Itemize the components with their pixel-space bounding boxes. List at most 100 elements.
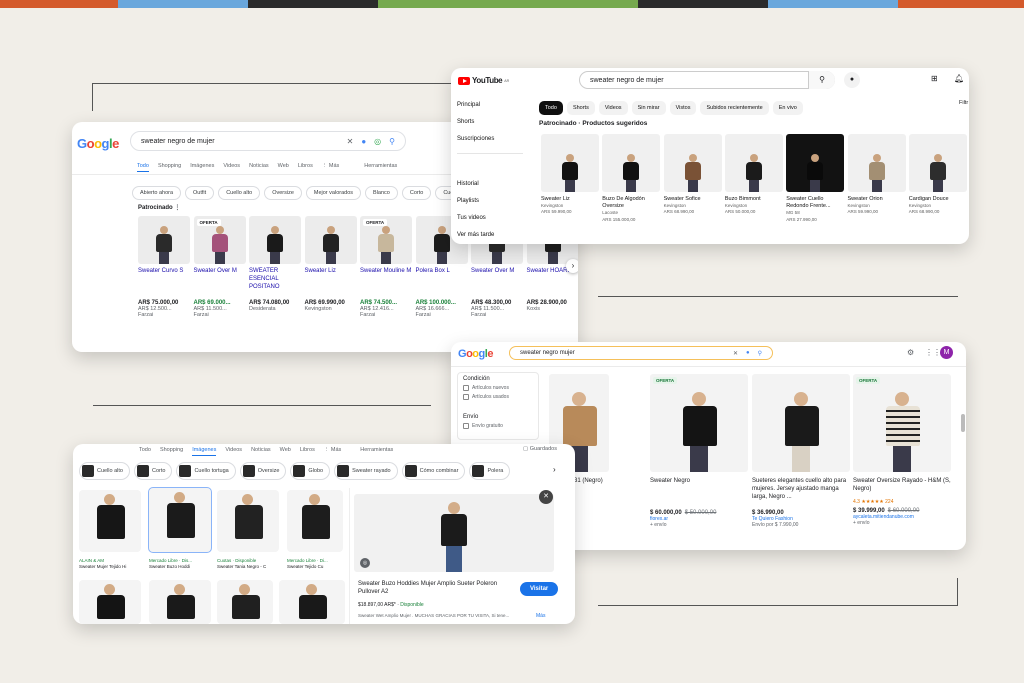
product-card[interactable]: Sueteres elegantes cuello alto para muje… [752,374,850,528]
tab-todo[interactable]: Todo [139,447,151,456]
product-image[interactable] [663,134,722,192]
product-card[interactable]: OFERTA Sweater Mouline M AR$ 74.500... AR$ … [360,216,412,318]
product-card[interactable]: Sweater Liz Kevingston ARS 59.990,00 [541,134,599,216]
image-result[interactable] [149,580,211,624]
tab-news[interactable]: Noticias [249,163,269,172]
product-name[interactable]: SWEATER ESENCIAL POSITANO [249,268,301,298]
chip[interactable]: Polera [469,462,511,480]
chip[interactable]: Oversize [239,462,287,480]
mic-icon[interactable]: ● [361,137,366,146]
product-name[interactable]: Sweater Liz [305,268,357,298]
product-name[interactable]: Polera Box L [416,268,468,298]
visit-button[interactable]: Visitar [520,582,559,596]
apps-icon[interactable]: ⋮⋮ [925,348,941,357]
product-name[interactable]: Buzo De Algodón Oversize [602,196,660,210]
filter-used[interactable]: Artículos usados [463,394,533,400]
image-caption[interactable]: ALAIN & AM Sweater Mujer Tejido Hi [79,558,143,571]
tab-books[interactable]: Libros [300,447,315,456]
product-name[interactable]: Sweater Cuello Redondo Frente... [786,196,844,210]
bell-icon[interactable]: 🔔︎ [954,74,964,83]
create-icon[interactable]: ⊞ [931,74,938,83]
product-image[interactable]: OFERTA [853,374,951,472]
product-image[interactable] [847,134,906,192]
chip[interactable]: Cuello tortuga [176,462,236,480]
close-icon[interactable]: ✕ [347,137,354,146]
chip[interactable]: Cuello alto [79,462,130,480]
product-card[interactable]: Sweater Orion Kevingston ARS 59.990,00 [847,134,906,216]
preview-title[interactable]: Sweater Buzo Hoddies Mujer Amplio Sueter… [358,580,508,597]
lens-icon[interactable]: ◎ [374,137,381,146]
product-name[interactable]: Cardigan Douce [909,196,967,203]
product-image[interactable] [304,216,357,264]
tab-news[interactable]: Noticias [251,447,271,456]
tab-tools[interactable]: Herramientas [364,163,397,172]
product-name[interactable]: Sweater Mouline M [360,268,412,298]
filter-free-ship[interactable]: Envío gratuito [463,423,533,429]
product-name[interactable]: Sueteres elegantes cuello alto para muje… [752,477,850,507]
chip-todo[interactable]: Todo [539,101,563,115]
chip[interactable]: Vistos [669,101,697,115]
image-result[interactable] [79,490,141,552]
chip[interactable]: Cuello alto [218,186,261,200]
avatar[interactable]: M [940,346,953,359]
image-result[interactable] [217,580,273,624]
chip[interactable]: Outfit [185,186,215,200]
product-image[interactable] [138,216,190,264]
mic-icon[interactable]: ● [844,72,860,88]
image-caption[interactable]: Cuotas · Disponible Sweater Tania Negro -… [217,558,281,571]
chip[interactable]: Oversize [264,186,302,200]
search-icon[interactable]: ⚲ [758,350,762,357]
chip[interactable]: Shorts [566,101,595,115]
image-result[interactable] [79,580,141,624]
tab-more[interactable]: ⋮ Más [322,163,339,172]
product-name[interactable]: Sweater Orion [848,196,906,203]
close-icon[interactable]: ✕ [539,490,553,504]
chip[interactable]: Corto [401,186,432,200]
search-button[interactable]: ⚲ [808,71,835,89]
image-caption[interactable]: Mercado Libre · Dis... Sweater Buzo Hoddi [149,558,213,571]
tab-more[interactable]: ⋮ Más [324,447,341,456]
chip[interactable]: Cómo combinar [401,462,466,480]
product-card[interactable]: Buzo Bimmont Kevingston ARS 50.000,00 [724,134,783,216]
product-image[interactable]: OFERTA [193,216,246,264]
scrollbar[interactable] [961,414,965,432]
product-image[interactable] [249,216,301,264]
image-caption[interactable]: Mercado Libre · Di... Sweater Tejido Cu [287,558,351,571]
image-result[interactable] [287,490,343,552]
product-image[interactable] [786,134,845,192]
image-result[interactable] [148,487,212,553]
product-card[interactable]: Sweater Sofice Kevingston ARS 68.990,00 [663,134,722,216]
sidebar-item-shorts[interactable]: Shorts [457,119,474,125]
product-card[interactable]: Cardigan Douce Kevingston ARS 68.990,00 [908,134,967,216]
tab-images[interactable]: Imágenes [190,163,214,172]
product-card[interactable]: OFERTA Sweater Over M AR$ 69.000... AR$ 11.… [193,216,246,318]
chip[interactable]: Sin mirar [631,101,666,115]
tab-web[interactable]: Web [278,163,289,172]
tab-web[interactable]: Web [280,447,291,456]
tab-todo[interactable]: Todo [137,163,149,172]
chip[interactable]: Subidos recientemente [700,101,769,115]
more-link[interactable]: Más [536,613,545,619]
product-card[interactable]: OFERTA Sweater Oversize Rayado - H&M (S, … [853,374,951,526]
product-card[interactable]: Sweater Curvo S AR$ 75.000,00 AR$ 12.500..… [138,216,190,318]
product-image[interactable] [724,134,783,192]
sidebar-item-subscriptions[interactable]: Suscripciones [457,136,494,142]
sidebar-item-your-videos[interactable]: Tus videos [457,215,486,221]
tab-videos[interactable]: Videos [223,163,240,172]
chip-next-icon[interactable]: › [553,465,556,474]
chip[interactable]: Corto [134,462,173,480]
product-image[interactable] [541,134,599,192]
close-icon[interactable]: ✕ [733,350,738,357]
product-card[interactable]: Sweater Liz AR$ 69.990,00 Kevingston [304,216,357,312]
filter-new[interactable]: Artículos nuevos [463,385,533,391]
image-result[interactable] [217,490,279,552]
sidebar-item-principal[interactable]: Principal [457,102,480,108]
product-image[interactable]: OFERTA [650,374,748,472]
search-input[interactable]: sweater negro mujer ✕ ● ⚲ [509,346,773,360]
sidebar-item-history[interactable]: Historial [457,181,479,187]
product-name[interactable]: Sweater Over M [471,268,523,298]
chip[interactable]: Mejor valorados [305,186,362,200]
product-name[interactable]: Sweater Curvo S [138,268,190,298]
chip[interactable]: Videos [598,101,628,115]
saved-link[interactable]: ▢ Guardados [523,446,557,452]
